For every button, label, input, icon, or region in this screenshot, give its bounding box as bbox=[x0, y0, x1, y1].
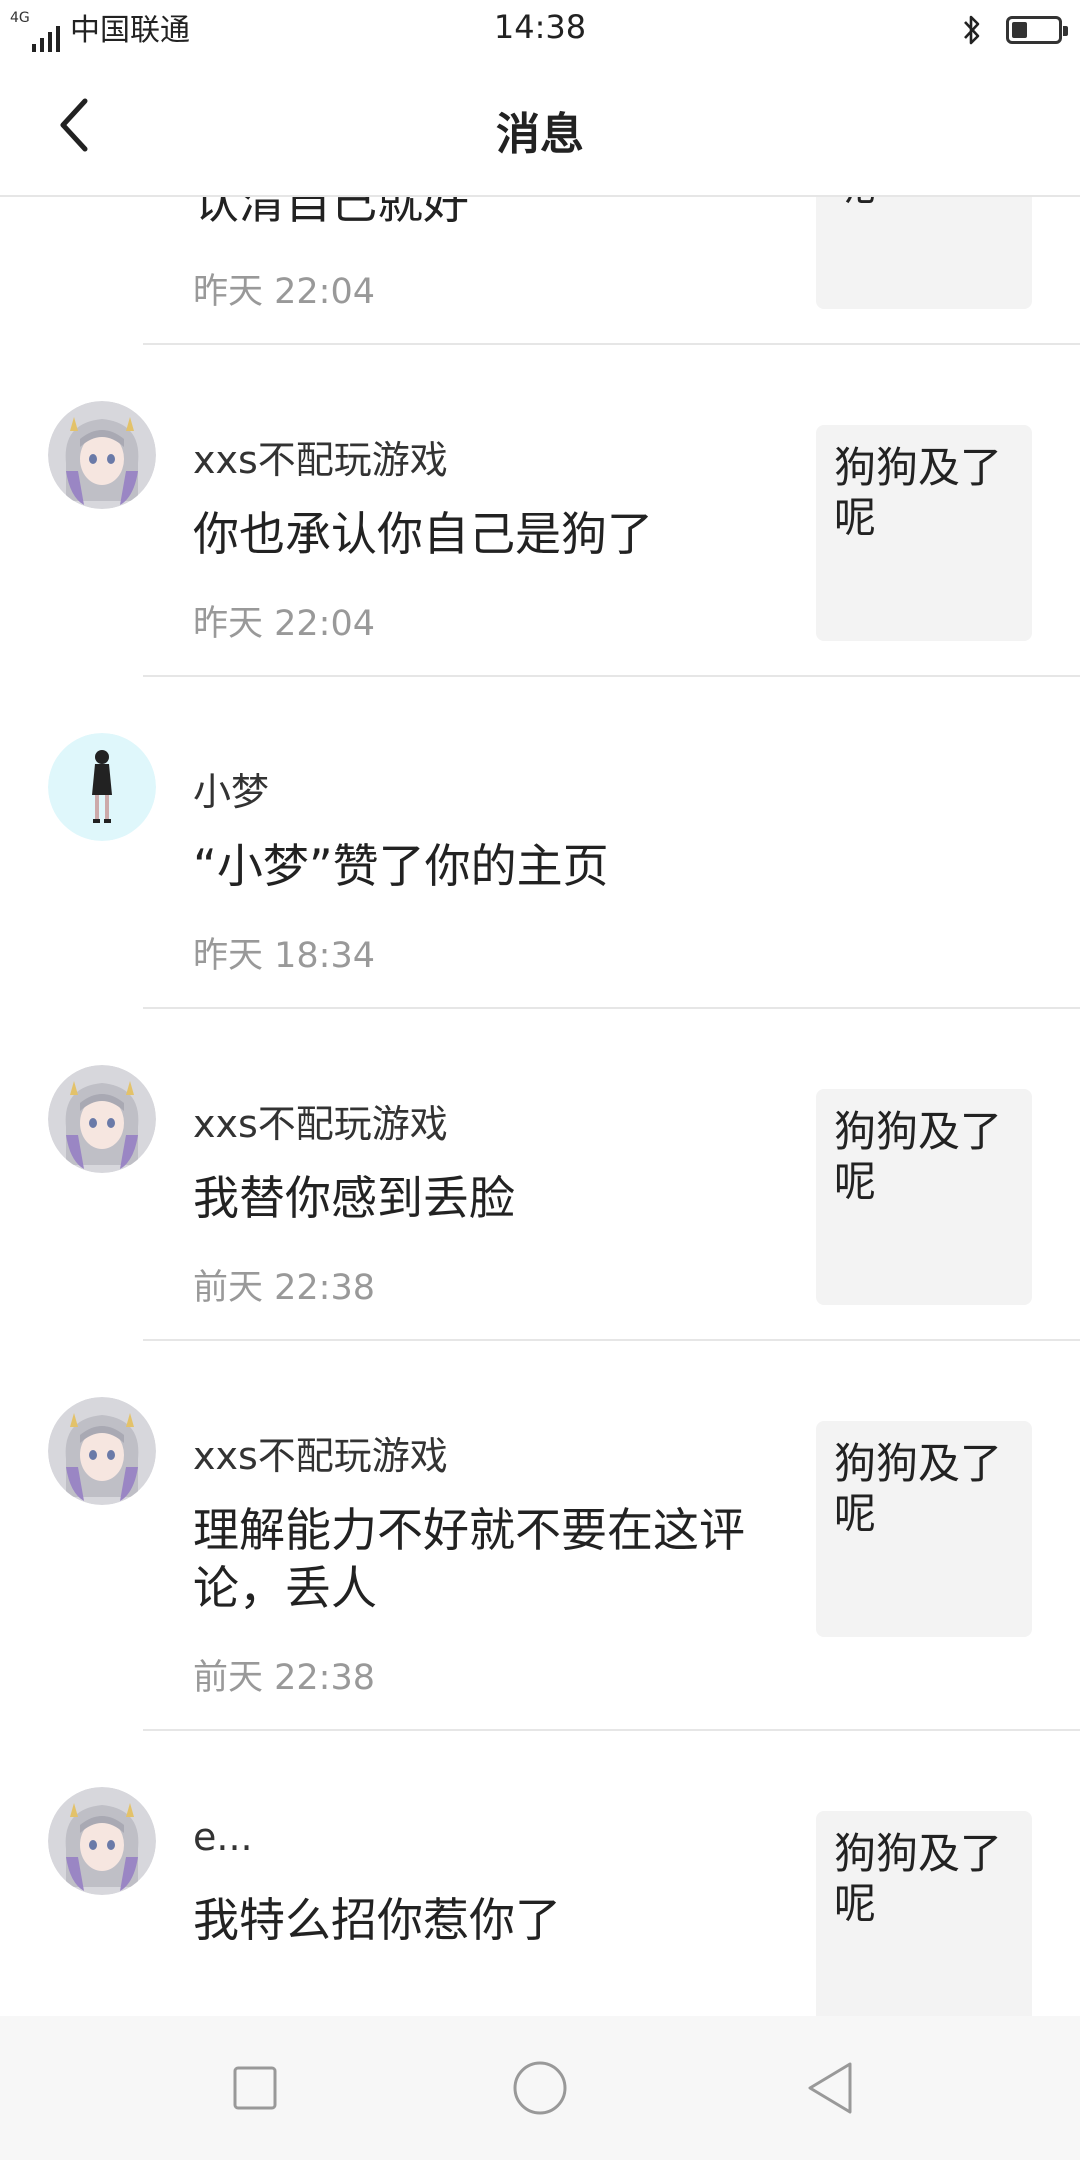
anime-girl-avatar-icon bbox=[48, 1787, 156, 1895]
post-preview[interactable]: 狗狗及了呢 bbox=[816, 425, 1032, 641]
anime-girl-avatar-icon bbox=[48, 1397, 156, 1505]
home-button[interactable] bbox=[510, 2058, 570, 2118]
avatar[interactable] bbox=[48, 1065, 156, 1173]
avatar[interactable] bbox=[48, 1787, 156, 1895]
sender-name[interactable]: xxs不配玩游戏 bbox=[193, 1093, 448, 1148]
message-item[interactable]: e... 我特么招你惹你了 狗狗及了呢 bbox=[0, 1731, 1080, 2063]
message-time: 前天 22:38 bbox=[193, 1658, 375, 1698]
nav-bar: 消息 bbox=[0, 60, 1080, 197]
figure-avatar-icon bbox=[48, 733, 156, 841]
battery-icon bbox=[1006, 16, 1068, 44]
anime-girl-avatar-icon bbox=[48, 1065, 156, 1173]
circle-icon bbox=[513, 2061, 567, 2115]
sender-name[interactable]: xxs不配玩游戏 bbox=[193, 1425, 448, 1480]
message-content: 我替你感到丢脸 bbox=[193, 1171, 515, 1225]
message-time: 前天 22:38 bbox=[193, 1268, 375, 1308]
sender-name[interactable]: e... bbox=[193, 1815, 253, 1859]
avatar[interactable] bbox=[48, 1397, 156, 1505]
sender-name[interactable]: 小梦 bbox=[193, 761, 269, 816]
message-item[interactable]: xxs不配玩游戏你也承认你自己是狗了昨天 22:04 狗狗及了呢 bbox=[0, 345, 1080, 677]
screen: 4G 中国联通 14:38 消息 xxs不配玩游戏认清自己就好昨天 22:04狗… bbox=[0, 0, 1080, 2160]
back-nav-button[interactable] bbox=[800, 2058, 860, 2118]
message-list[interactable]: xxs不配玩游戏认清自己就好昨天 22:04狗狗及了呢xxs不配玩游戏你也承认你… bbox=[0, 13, 1080, 2063]
message-item[interactable]: xxs不配玩游戏我替你感到丢脸前天 22:38 狗狗及了呢 bbox=[0, 1009, 1080, 1341]
message-item[interactable]: xxs不配玩游戏理解能力不好就不要在这评论，丢人前天 22:38 狗狗及了呢 bbox=[0, 1341, 1080, 1731]
message-time: 昨天 18:34 bbox=[193, 936, 375, 976]
triangle-back-icon bbox=[808, 2062, 852, 2114]
status-time: 14:38 bbox=[493, 8, 587, 46]
message-time: 昨天 22:04 bbox=[193, 272, 375, 312]
message-content: 你也承认你自己是狗了 bbox=[193, 507, 653, 561]
message-content: “小梦”赞了你的主页 bbox=[193, 839, 609, 893]
status-bar: 4G 中国联通 14:38 bbox=[0, 0, 1080, 60]
post-preview[interactable]: 狗狗及了呢 bbox=[816, 1089, 1032, 1305]
bluetooth-icon bbox=[964, 15, 980, 45]
message-content: 理解能力不好就不要在这评论，丢人 bbox=[193, 1503, 745, 1615]
anime-girl-avatar-icon bbox=[48, 401, 156, 509]
page-title: 消息 bbox=[496, 109, 584, 160]
avatar[interactable] bbox=[48, 401, 156, 509]
message-item[interactable]: 小梦 “小梦”赞了你的主页昨天 18:34 bbox=[0, 677, 1080, 1009]
status-right bbox=[960, 10, 1068, 50]
system-nav-bar bbox=[0, 2016, 1080, 2160]
avatar[interactable] bbox=[48, 733, 156, 841]
post-preview[interactable]: 狗狗及了呢 bbox=[816, 1811, 1032, 2027]
recent-apps-button[interactable] bbox=[225, 2058, 285, 2118]
square-icon bbox=[233, 2066, 277, 2110]
battery-level bbox=[1012, 22, 1027, 38]
sender-name[interactable]: xxs不配玩游戏 bbox=[193, 429, 448, 484]
message-time: 昨天 22:04 bbox=[193, 604, 375, 644]
message-content: 我特么招你惹你了 bbox=[193, 1893, 561, 1947]
post-preview[interactable]: 狗狗及了呢 bbox=[816, 1421, 1032, 1637]
